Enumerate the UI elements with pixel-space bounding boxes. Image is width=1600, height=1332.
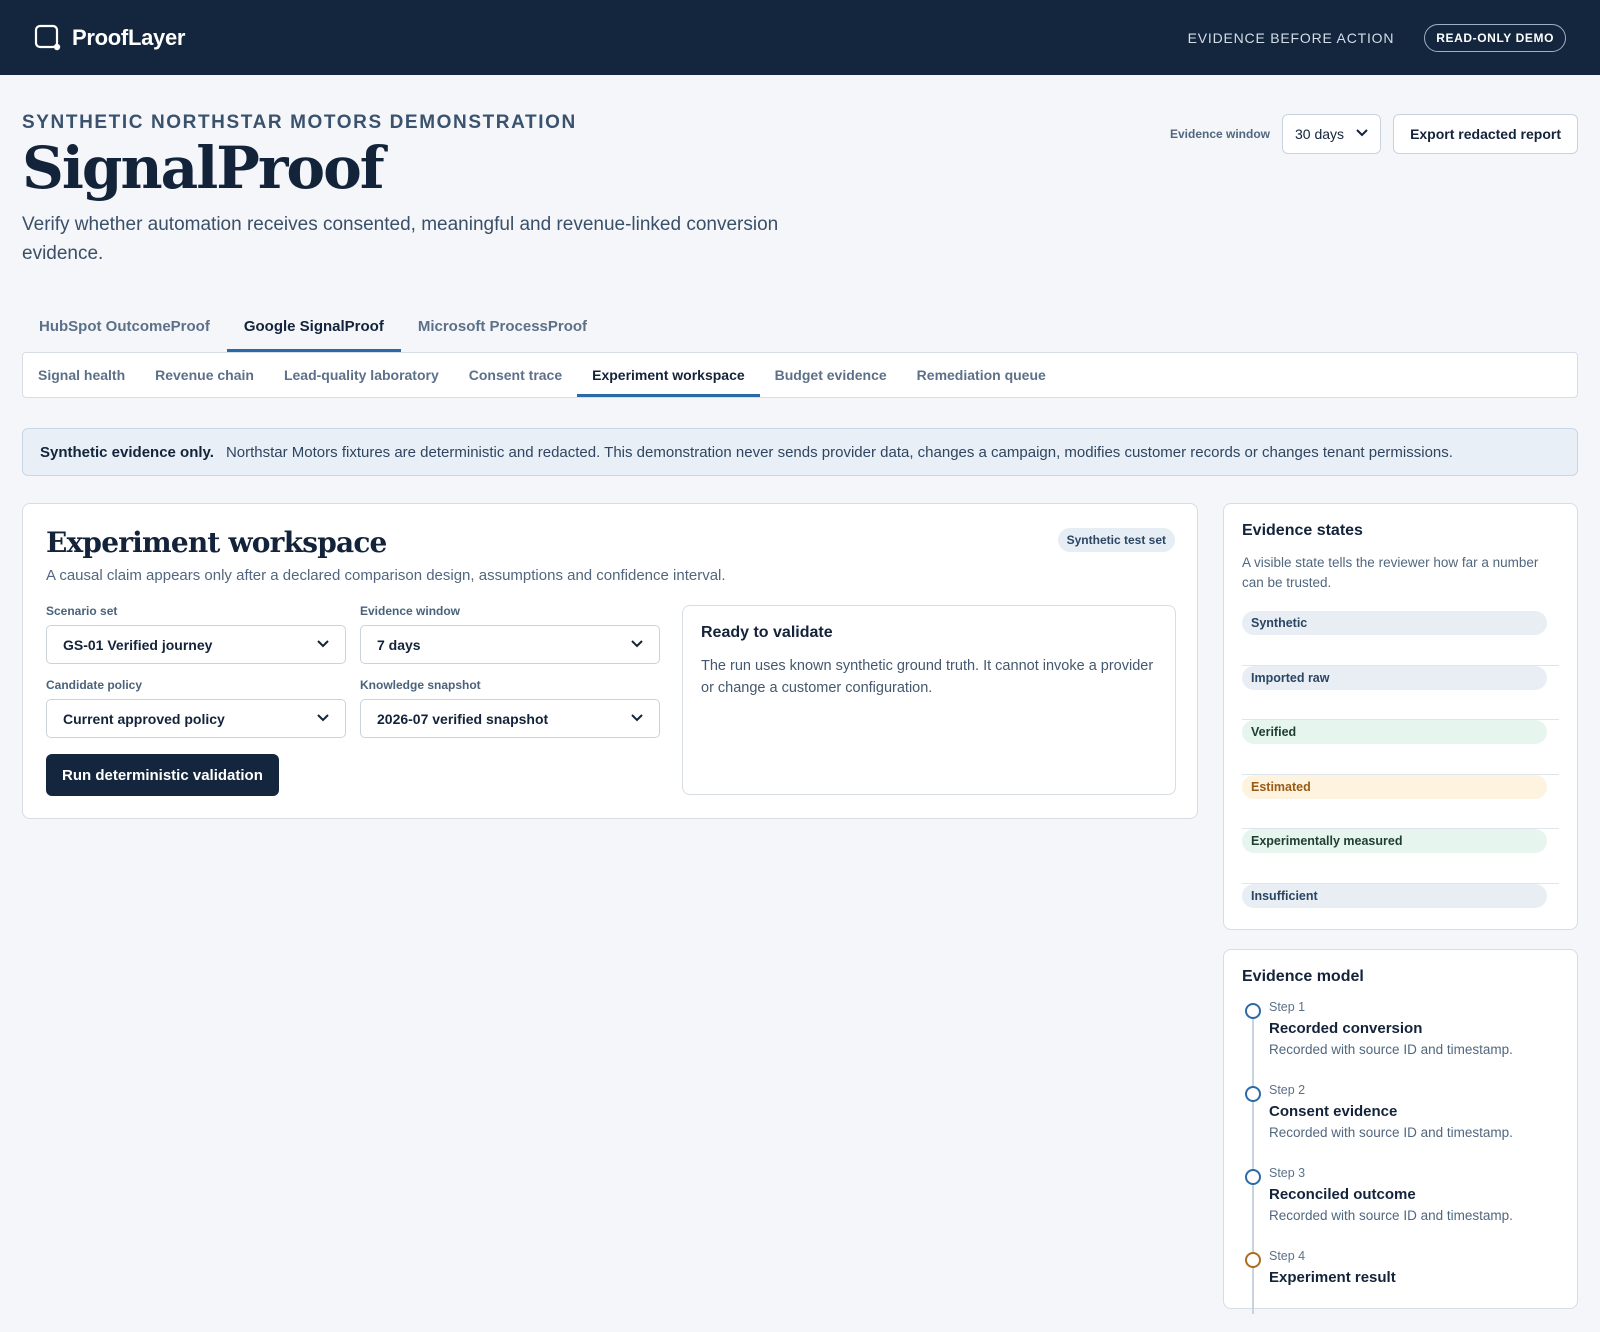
evidence-window-field: Evidence window 7 days	[360, 604, 660, 664]
list-item: Step 2 Consent evidence Recorded with so…	[1242, 1083, 1559, 1166]
step-number: Step 3	[1269, 1166, 1306, 1180]
step-number: Step 4	[1269, 1249, 1306, 1263]
ready-panel: Ready to validate The run uses known syn…	[682, 605, 1176, 795]
tab-microsoft-processproof[interactable]: Microsoft ProcessProof	[401, 298, 604, 352]
step-name: Consent evidence	[1269, 1103, 1398, 1120]
run-validation-button[interactable]: Run deterministic validation	[46, 754, 279, 796]
page-subtitle: Verify whether automation receives conse…	[22, 214, 779, 264]
export-report-button[interactable]: Export redacted report	[1393, 114, 1578, 154]
candidate-policy-field: Candidate policy Current approved policy	[46, 678, 346, 738]
evidence-window-select[interactable]: 30 days	[1282, 114, 1382, 154]
list-item: Insufficient	[1242, 883, 1559, 939]
experiment-workspace-card: Experiment workspace A causal claim appe…	[22, 503, 1198, 819]
chevron-down-icon	[317, 713, 329, 725]
state-verified: Verified	[1242, 720, 1547, 744]
knowledge-snapshot-value: 2026-07 verified snapshot	[377, 710, 549, 727]
evidence-states-card: Evidence states A visible state tells th…	[1223, 503, 1578, 930]
candidate-policy-select[interactable]: Current approved policy	[46, 699, 346, 738]
tab-revenue-chain[interactable]: Revenue chain	[140, 353, 269, 397]
chevron-down-icon	[317, 639, 329, 651]
step-description: Recorded with source ID and timestamp.	[1269, 1042, 1513, 1057]
list-item: Imported raw	[1242, 665, 1559, 720]
evidence-window-value: 30 days	[1295, 126, 1345, 142]
step-number: Step 1	[1269, 1000, 1306, 1014]
ready-text: The run uses known synthetic ground trut…	[701, 658, 1154, 696]
step-description: Recorded with source ID and timestamp.	[1269, 1208, 1513, 1223]
list-item: Step 1 Recorded conversion Recorded with…	[1242, 1000, 1559, 1083]
step-name: Reconciled outcome	[1269, 1186, 1416, 1203]
state-imported-raw: Imported raw	[1242, 665, 1547, 690]
brand[interactable]: ProofLayer	[34, 24, 185, 52]
list-item: Step 4 Experiment result	[1242, 1249, 1559, 1332]
workspace-evidence-window-label: Evidence window	[360, 604, 461, 618]
state-insufficient: Insufficient	[1242, 883, 1547, 908]
notice-heading: Synthetic evidence only.	[40, 443, 214, 461]
tab-hubspot-outcomeproof[interactable]: HubSpot OutcomeProof	[22, 298, 227, 352]
notice-text: Northstar Motors fixtures are determinis…	[225, 443, 1453, 461]
tab-consent-trace[interactable]: Consent trace	[454, 353, 577, 397]
evidence-steps: Step 1 Recorded conversion Recorded with…	[1242, 1000, 1559, 1332]
tab-lead-quality-laboratory[interactable]: Lead-quality laboratory	[269, 353, 454, 397]
knowledge-snapshot-select[interactable]: 2026-07 verified snapshot	[360, 699, 660, 738]
tab-google-signalproof[interactable]: Google SignalProof	[226, 298, 401, 352]
scenario-set-select[interactable]: GS-01 Verified journey	[46, 625, 346, 664]
tab-signal-health[interactable]: Signal health	[23, 353, 140, 397]
workspace-evidence-window-select[interactable]: 7 days	[360, 625, 660, 664]
evidence-states-title: Evidence states	[1242, 522, 1363, 539]
evidence-window-label: Evidence window	[1169, 127, 1271, 141]
tagline: EVIDENCE BEFORE ACTION	[1187, 29, 1395, 46]
tab-budget-evidence[interactable]: Budget evidence	[760, 353, 902, 397]
list-item: Verified	[1242, 720, 1559, 775]
knowledge-snapshot-label: Knowledge snapshot	[360, 678, 481, 692]
step-description: Recorded with source ID and timestamp.	[1269, 1125, 1513, 1140]
step-number: Step 2	[1269, 1083, 1306, 1097]
page-header: SYNTHETIC NORTHSTAR MOTORS DEMONSTRATION…	[22, 112, 1578, 268]
tab-remediation-queue[interactable]: Remediation queue	[902, 353, 1061, 397]
candidate-policy-label: Candidate policy	[46, 678, 143, 692]
synthetic-notice: Synthetic evidence only. Northstar Motor…	[22, 428, 1578, 476]
prooflayer-logo-icon	[34, 24, 62, 52]
read-only-badge: READ-ONLY DEMO	[1424, 23, 1566, 52]
state-estimated: Estimated	[1242, 774, 1547, 799]
synthetic-test-set-badge: Synthetic test set	[1057, 528, 1175, 552]
state-experimentally-measured: Experimentally measured	[1242, 829, 1547, 853]
step-circle-icon	[1245, 1003, 1261, 1019]
candidate-policy-value: Current approved policy	[63, 710, 225, 727]
tab-experiment-workspace[interactable]: Experiment workspace	[577, 353, 760, 397]
state-synthetic: Synthetic	[1242, 611, 1547, 635]
evidence-state-list: Synthetic Imported raw Verified Estimate…	[1242, 611, 1559, 938]
workspace-evidence-window-value: 7 days	[377, 636, 421, 653]
brand-name: ProofLayer	[72, 24, 186, 50]
list-item: Step 3 Reconciled outcome Recorded with …	[1242, 1166, 1559, 1249]
chevron-down-icon	[631, 713, 643, 725]
product-tabs: HubSpot OutcomeProof Google SignalProof …	[22, 298, 604, 352]
step-name: Recorded conversion	[1269, 1020, 1423, 1037]
evidence-model-title: Evidence model	[1242, 968, 1364, 985]
scenario-set-value: GS-01 Verified journey	[63, 636, 213, 653]
section-tabs: Signal health Revenue chain Lead-quality…	[22, 352, 1578, 398]
chevron-down-icon	[631, 639, 643, 651]
workspace-description: A causal claim appears only after a decl…	[46, 567, 726, 584]
ready-title: Ready to validate	[701, 624, 833, 641]
list-item: Experimentally measured	[1242, 829, 1559, 884]
step-circle-icon	[1245, 1169, 1261, 1185]
evidence-model-card: Evidence model Step 1 Recorded conversio…	[1223, 949, 1578, 1314]
scenario-set-field: Scenario set GS-01 Verified journey	[46, 604, 346, 664]
top-bar: ProofLayer EVIDENCE BEFORE ACTION READ-O…	[0, 0, 1600, 75]
knowledge-snapshot-field: Knowledge snapshot 2026-07 verified snap…	[360, 678, 660, 738]
step-circle-icon	[1245, 1252, 1261, 1268]
workspace-title: Experiment workspace	[46, 526, 387, 559]
list-item: Estimated	[1242, 774, 1559, 829]
chevron-down-icon	[1356, 128, 1368, 140]
scenario-set-label: Scenario set	[46, 604, 118, 618]
list-item: Synthetic	[1242, 611, 1559, 666]
step-circle-icon	[1245, 1086, 1261, 1102]
evidence-states-description: A visible state tells the reviewer how f…	[1242, 555, 1539, 590]
step-name: Experiment result	[1269, 1269, 1396, 1286]
